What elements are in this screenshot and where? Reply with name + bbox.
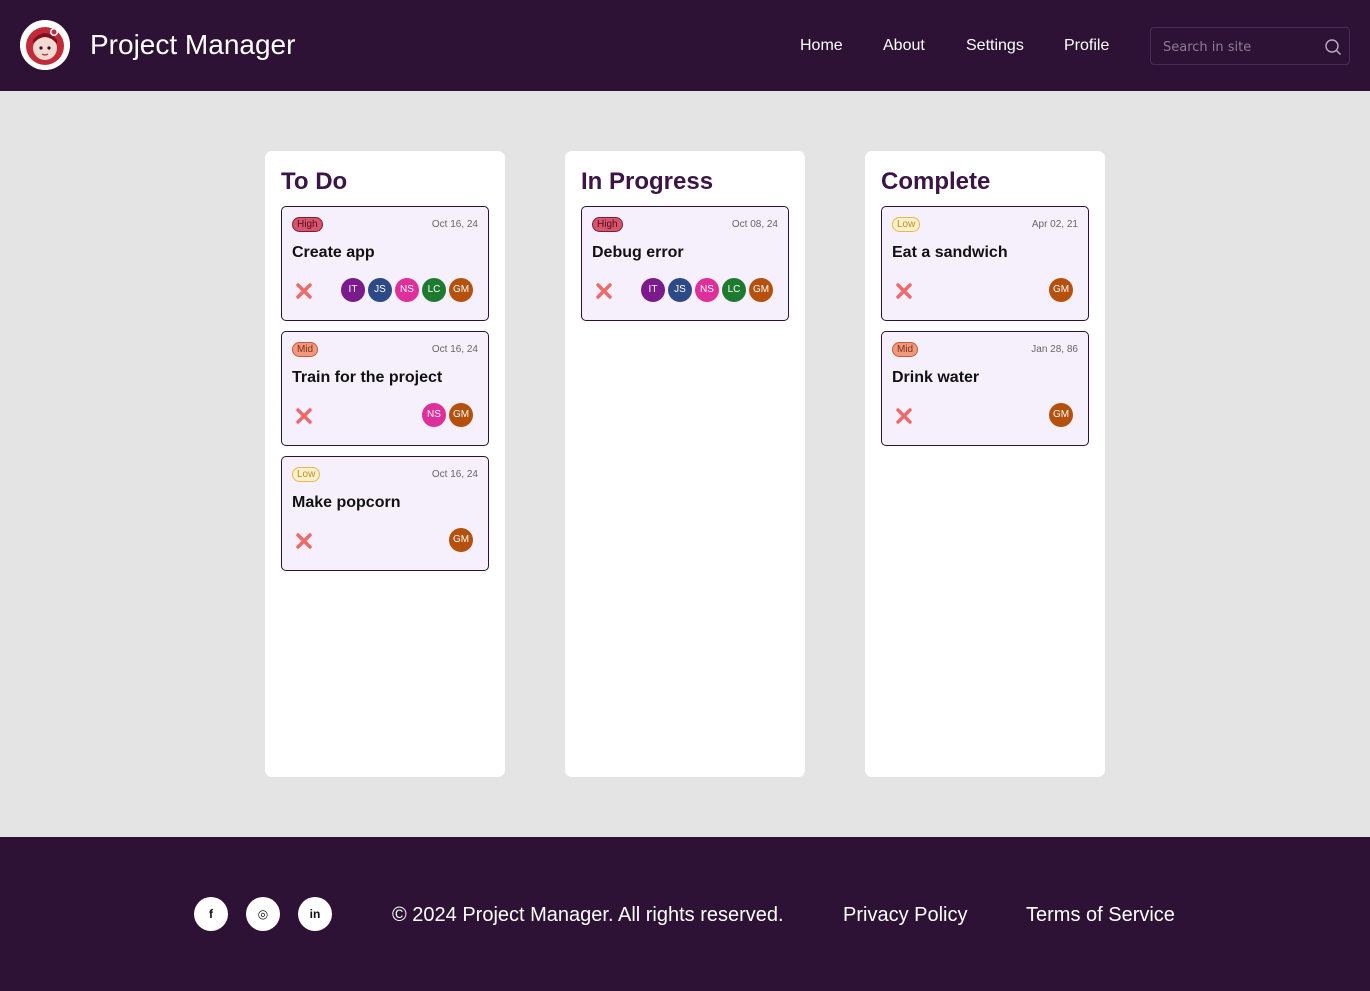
- card-title: Drink water: [892, 369, 980, 386]
- assignee-list: IT JS NS LC GM: [641, 278, 773, 302]
- assignee-avatar[interactable]: GM: [449, 528, 473, 552]
- column-to-do: To Do High Oct 16, 24 Create app IT JS NS LC GM M…: [265, 151, 505, 777]
- priority-badge: Low: [292, 467, 321, 482]
- assignee-avatar[interactable]: JS: [368, 278, 392, 302]
- column-complete: Complete Low Apr 02, 21 Eat a sandwich GM Mid…: [865, 151, 1105, 777]
- card-date: Jan 28, 86: [1031, 344, 1078, 355]
- task-card[interactable]: High Oct 16, 24 Create app IT JS NS LC GM: [281, 206, 489, 321]
- task-card[interactable]: Low Apr 02, 21 Eat a sandwich GM: [881, 206, 1089, 321]
- app-title: Project Manager: [90, 29, 296, 60]
- card-date: Oct 16, 24: [431, 344, 478, 355]
- task-card[interactable]: Mid Oct 16, 24 Train for the project NS GM: [281, 331, 489, 446]
- header-bar: Project Manager Home About Settings Prof…: [0, 0, 1370, 91]
- assignee-avatar[interactable]: GM: [1049, 278, 1073, 302]
- delete-icon[interactable]: [294, 406, 314, 426]
- assignee-list: NS GM: [422, 403, 473, 427]
- task-card[interactable]: Mid Jan 28, 86 Drink water GM: [881, 331, 1089, 446]
- terms-of-service-link[interactable]: Terms of Service: [1026, 903, 1175, 927]
- instagram-icon[interactable]: ◎: [246, 897, 280, 931]
- assignee-list: GM: [1049, 403, 1073, 427]
- assignee-avatar[interactable]: GM: [449, 403, 473, 427]
- search-input[interactable]: [1163, 37, 1313, 57]
- facebook-icon[interactable]: f: [194, 897, 228, 931]
- linkedin-glyph: in: [309, 907, 321, 921]
- delete-icon[interactable]: [894, 406, 914, 426]
- copyright-text: © 2024 Project Manager. All rights reser…: [392, 904, 784, 926]
- card-title: Train for the project: [292, 369, 443, 386]
- nav-settings[interactable]: Settings: [966, 36, 1024, 56]
- column-title: Complete: [881, 168, 991, 195]
- task-card[interactable]: Low Oct 16, 24 Make popcorn GM: [281, 456, 489, 571]
- column-in-progress: In Progress High Oct 08, 24 Debug error IT JS…: [565, 151, 805, 777]
- delete-icon[interactable]: [894, 281, 914, 301]
- card-title: Make popcorn: [292, 494, 401, 511]
- assignee-avatar[interactable]: NS: [395, 278, 419, 302]
- card-date: Apr 02, 21: [1031, 219, 1078, 230]
- instagram-glyph: ◎: [257, 907, 269, 921]
- footer: f ◎ in © 2024 Project Manager. All right…: [0, 837, 1370, 991]
- assignee-avatar[interactable]: LC: [722, 278, 746, 302]
- assignee-avatar[interactable]: NS: [422, 403, 446, 427]
- assignee-avatar[interactable]: IT: [641, 278, 665, 302]
- assignee-avatar[interactable]: IT: [341, 278, 365, 302]
- assignee-avatar[interactable]: LC: [422, 278, 446, 302]
- priority-badge: Mid: [292, 342, 319, 357]
- card-date: Oct 16, 24: [431, 219, 478, 230]
- assignee-list: GM: [449, 528, 473, 552]
- column-title: To Do: [281, 168, 348, 195]
- column-title: In Progress: [581, 168, 714, 195]
- priority-badge: High: [292, 217, 323, 232]
- nav-profile[interactable]: Profile: [1064, 36, 1109, 56]
- assignee-avatar[interactable]: GM: [749, 278, 773, 302]
- assignee-list: IT JS NS LC GM: [341, 278, 473, 302]
- priority-badge: Mid: [892, 342, 919, 357]
- assignee-avatar[interactable]: JS: [668, 278, 692, 302]
- task-card[interactable]: High Oct 08, 24 Debug error IT JS NS LC GM: [581, 206, 789, 321]
- avatar-logo-icon[interactable]: [20, 20, 70, 70]
- delete-icon[interactable]: [294, 531, 314, 551]
- assignee-avatar[interactable]: GM: [1049, 403, 1073, 427]
- delete-icon[interactable]: [594, 281, 614, 301]
- nav-about[interactable]: About: [883, 36, 925, 56]
- assignee-list: GM: [1049, 278, 1073, 302]
- search-icon[interactable]: [1324, 38, 1342, 56]
- card-date: Oct 08, 24: [731, 219, 778, 230]
- card-title: Create app: [292, 244, 375, 261]
- facebook-glyph: f: [209, 907, 213, 921]
- assignee-avatar[interactable]: GM: [449, 278, 473, 302]
- linkedin-icon[interactable]: in: [298, 897, 332, 931]
- search-box: [1150, 27, 1350, 65]
- delete-icon[interactable]: [294, 281, 314, 301]
- card-title: Debug error: [592, 244, 684, 261]
- priority-badge: Low: [892, 217, 921, 232]
- privacy-policy-link[interactable]: Privacy Policy: [843, 903, 967, 927]
- nav-home[interactable]: Home: [800, 36, 843, 56]
- assignee-avatar[interactable]: NS: [695, 278, 719, 302]
- card-date: Oct 16, 24: [431, 469, 478, 480]
- priority-badge: High: [592, 217, 623, 232]
- card-title: Eat a sandwich: [892, 244, 1008, 261]
